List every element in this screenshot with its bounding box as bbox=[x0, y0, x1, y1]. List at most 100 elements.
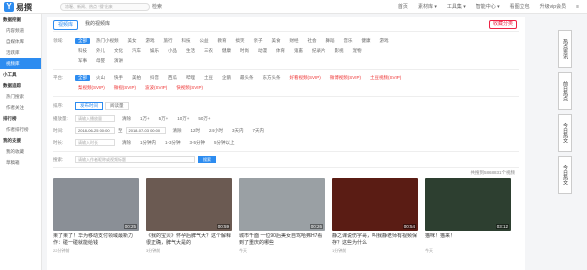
video-thumbnail[interactable]: 00:59 bbox=[146, 178, 232, 231]
platform-chip[interactable]: 哔哩 bbox=[183, 75, 198, 81]
field-chip[interactable]: 游戏 bbox=[377, 38, 392, 44]
platform-chip[interactable]: 企鹅 bbox=[219, 75, 234, 81]
field-chip[interactable]: 社会 bbox=[305, 38, 320, 44]
duration-input[interactable]: 请输入时长 bbox=[75, 139, 115, 146]
field-chip[interactable]: 美女 bbox=[125, 38, 140, 44]
field-chip[interactable]: 亲子 bbox=[251, 38, 266, 44]
sidebar-item[interactable]: 作者关注 bbox=[0, 102, 41, 113]
field-chip[interactable]: 时尚 bbox=[237, 48, 252, 54]
platform-chip[interactable]: 全部 bbox=[75, 75, 90, 81]
video-card[interactable]: 00:59 《我的宝贝》怀孕后脾气大？这个解释很正确，脾气大是的 3分钟前 bbox=[146, 178, 232, 253]
field-chip[interactable]: 娱乐 bbox=[147, 48, 162, 54]
plays-option-chip[interactable]: 清除 bbox=[119, 116, 134, 122]
duration-option-chip[interactable]: 1分钟内 bbox=[137, 140, 159, 146]
sidebar-item[interactable]: 作者排行榜 bbox=[0, 124, 41, 135]
field-chip[interactable]: 三农 bbox=[201, 48, 216, 54]
field-chip[interactable]: 教育 bbox=[215, 38, 230, 44]
video-thumbnail[interactable]: 00:25 bbox=[53, 178, 139, 231]
time-option-chip[interactable]: 12时 bbox=[188, 128, 204, 134]
field-chip[interactable]: 科技 bbox=[75, 48, 90, 54]
plays-input[interactable]: 请输入播放量 bbox=[75, 115, 115, 122]
field-chip[interactable]: 外儿 bbox=[93, 48, 108, 54]
field-chip[interactable]: 影视 bbox=[332, 48, 347, 54]
video-search-input[interactable]: 请输入作者昵称或视频标题 bbox=[75, 156, 195, 163]
time-end-input[interactable]: 2018-07-03 00:00 bbox=[125, 127, 166, 134]
collect-category-button[interactable]: 收藏分类 bbox=[488, 20, 517, 29]
video-thumbnail[interactable]: 00:54 bbox=[332, 178, 418, 231]
time-start-input[interactable]: 2018-06-25 00:00 bbox=[75, 127, 115, 134]
platform-chip[interactable]: 波波(SVIP) bbox=[142, 85, 170, 91]
field-chip[interactable]: 全部 bbox=[75, 38, 90, 44]
video-title[interactable]: 《我的宝贝》怀孕后脾气大？这个解释很正确，脾气大是的 bbox=[146, 233, 232, 247]
field-chip[interactable]: 财经 bbox=[287, 38, 302, 44]
field-chip[interactable]: 汽车 bbox=[129, 48, 144, 54]
field-chip[interactable]: 搞笑 bbox=[233, 38, 248, 44]
video-card[interactable]: 00:26 城市千面 一位90后美女自驾哈弗H7看到了重庆的哪些 今天 bbox=[239, 178, 325, 253]
field-chip[interactable]: 纪录片 bbox=[309, 48, 329, 54]
logo[interactable]: Y 易撰 bbox=[4, 2, 32, 12]
field-chip[interactable]: 音乐 bbox=[341, 38, 356, 44]
field-chip[interactable]: 体育 bbox=[273, 48, 288, 54]
field-chip[interactable]: 公益 bbox=[197, 38, 212, 44]
video-title[interactable]: 城市千面 一位90后美女自驾哈弗H7看到了重庆的哪些 bbox=[239, 233, 325, 247]
field-chip[interactable]: 旅行 bbox=[161, 38, 176, 44]
header-search-input[interactable]: 凉喔、新闻、热点 “搜”出来 bbox=[60, 3, 150, 11]
video-thumbnail[interactable]: 00:26 bbox=[239, 178, 325, 231]
platform-chip[interactable]: 西瓜 bbox=[165, 75, 180, 81]
side-panel-button[interactable]: 热点资讯 bbox=[558, 30, 572, 68]
field-chip[interactable]: 母婴 bbox=[93, 58, 108, 64]
platform-chip[interactable]: 最头条 bbox=[237, 75, 257, 81]
platform-chip[interactable]: 微博视频(SVIP) bbox=[327, 75, 364, 81]
sidebar-item[interactable]: 自媒体库 bbox=[0, 36, 41, 47]
field-chip[interactable]: 演讲 bbox=[111, 58, 126, 64]
platform-chip[interactable]: 好看视频(SVIP) bbox=[287, 75, 324, 81]
sidebar-item[interactable]: 草稿箱 bbox=[0, 157, 41, 168]
field-chip[interactable]: 生活 bbox=[183, 48, 198, 54]
nav-vip[interactable]: 升级vip会员 bbox=[540, 3, 566, 11]
platform-chip[interactable]: 火山 bbox=[93, 75, 108, 81]
sidebar-item[interactable]: 内容频道 bbox=[0, 25, 41, 36]
header-search-button[interactable]: 检索 bbox=[152, 3, 162, 11]
duration-option-chip[interactable]: 清除 bbox=[119, 140, 134, 146]
time-option-chip[interactable]: 3天内 bbox=[229, 128, 247, 134]
video-card[interactable]: 00:54 静之课说伤字哥，叫我静老师有视频保存？这些为什么 1分钟前 bbox=[332, 178, 418, 253]
field-chip[interactable]: 游戏 bbox=[143, 38, 158, 44]
time-option-chip[interactable]: 24小时 bbox=[206, 128, 226, 134]
plays-option-chip[interactable]: 50万+ bbox=[195, 116, 213, 122]
field-chip[interactable]: 动漫 bbox=[255, 48, 270, 54]
duration-option-chip[interactable]: 3-5分钟 bbox=[187, 140, 209, 146]
platform-chip[interactable]: 快手 bbox=[111, 75, 126, 81]
video-title[interactable]: 果了果了！华为移动支付领域最新力作：碰一碰就能给钱 bbox=[53, 233, 139, 247]
field-chip[interactable]: 鬼畜 bbox=[291, 48, 306, 54]
platform-chip[interactable]: 微视(SVIP) bbox=[111, 85, 139, 91]
video-card[interactable]: 03:12 猫咪！猫来！ 今天 bbox=[425, 178, 511, 253]
sort-read-count[interactable]: 阅读量 bbox=[105, 102, 129, 110]
platform-chip[interactable]: 梨视频(SVIP) bbox=[75, 85, 108, 91]
field-chip[interactable]: 小品 bbox=[165, 48, 180, 54]
time-option-chip[interactable]: 清除 bbox=[170, 128, 185, 134]
tab-my-video-library[interactable]: 我的视频库 bbox=[81, 20, 114, 30]
platform-chip[interactable]: 美拍 bbox=[129, 75, 144, 81]
nav-image[interactable]: 看图立包 bbox=[510, 3, 530, 11]
duration-option-chip[interactable]: 1-3分钟 bbox=[162, 140, 184, 146]
field-chip[interactable]: 健康 bbox=[359, 38, 374, 44]
field-chip[interactable]: 美食 bbox=[269, 38, 284, 44]
video-title[interactable]: 猫咪！猫来！ bbox=[425, 233, 511, 247]
field-chip[interactable]: 文化 bbox=[111, 48, 126, 54]
plays-option-chip[interactable]: 5万+ bbox=[156, 116, 172, 122]
side-panel-button[interactable]: 今日热文 bbox=[558, 114, 572, 152]
side-panel-button[interactable]: 今日热文 bbox=[558, 156, 572, 194]
sidebar-item[interactable]: 视频库 bbox=[0, 58, 41, 69]
video-search-button[interactable]: 搜索 bbox=[198, 156, 216, 163]
sidebar-item[interactable]: 热门搜索 bbox=[0, 91, 41, 102]
duration-option-chip[interactable]: 5分钟以上 bbox=[211, 140, 238, 146]
nav-home[interactable]: 首页 bbox=[398, 3, 408, 11]
platform-chip[interactable]: 土豆 bbox=[201, 75, 216, 81]
field-chip[interactable]: 热门小视频 bbox=[93, 38, 122, 44]
side-panel-button[interactable]: 前日热点 bbox=[558, 72, 572, 110]
platform-chip[interactable]: 快视频(SVIP) bbox=[173, 85, 206, 91]
plays-option-chip[interactable]: 1万+ bbox=[137, 116, 153, 122]
field-chip[interactable]: 科技 bbox=[179, 38, 194, 44]
field-chip[interactable]: 军事 bbox=[75, 58, 90, 64]
platform-chip[interactable]: 东方头条 bbox=[260, 75, 284, 81]
